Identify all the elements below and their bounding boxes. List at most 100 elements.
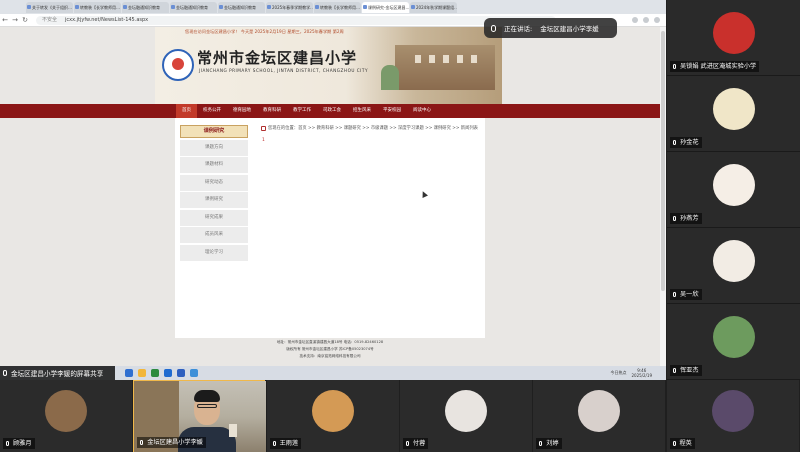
participant-name: 孙金花 (670, 137, 702, 148)
explorer-icon[interactable] (138, 369, 146, 377)
sidebar-item[interactable]: 课题方向 (180, 139, 248, 156)
breadcrumb: 您现在的位置：首页 >> 教育科研 >> 课题研究 >> 市级课题 >> 深度学… (261, 125, 478, 131)
browser-tab[interactable]: 2024年秋学期课题组… (410, 1, 457, 13)
microphone-icon (673, 140, 676, 145)
browser-toolbar-icons (632, 17, 666, 23)
tab-label: 2025年春季学期教学… (272, 4, 313, 10)
tab-label: 转教装【长学教师用… (80, 4, 120, 10)
participant-tile[interactable]: 顾雅月 (0, 380, 132, 452)
sidebar-item[interactable]: 成员风采 (180, 227, 248, 243)
browser-tab[interactable]: 课例研究-金坛区建昌… (362, 1, 409, 13)
avatar (713, 12, 755, 54)
microphone-icon (539, 441, 543, 446)
browser-tab[interactable]: 关于转发《关于组织… (26, 1, 73, 13)
wechat-icon[interactable] (151, 369, 159, 377)
microphone-icon (405, 441, 409, 446)
school-logo-icon (162, 49, 194, 81)
meeting-app-icon[interactable] (190, 369, 198, 377)
nav-item[interactable]: 招生风采 (347, 104, 377, 118)
participant-tile[interactable]: 金坛区建昌小学李媛 (133, 380, 267, 452)
tab-favicon-icon (123, 4, 127, 9)
avatar (713, 316, 755, 358)
browser-tab-bar: 关于转发《关于组织… 转教装【长学教师用… 金坛融通知识教育 金坛融通知识教育 金坛融通… (0, 0, 666, 14)
edge-icon[interactable] (164, 369, 172, 377)
screen-share-text: 金坛区建昌小学李媛的屏幕共享 (11, 370, 104, 378)
participant-column: 吴锁娟 武进区淹城实验小学孙金花孙燕芳吴一欣恽亚杰 (667, 0, 800, 380)
avatar (713, 164, 755, 206)
browser-tab[interactable]: 金坛融通知识教育 (170, 1, 217, 13)
web-page: 您现在访问金坛区建昌小学！ 今天是 2025年2月19日 星期三，2025年春学… (0, 27, 666, 380)
tab-favicon-icon (363, 4, 367, 9)
nav-item[interactable]: 校务公开 (197, 104, 227, 118)
participant-tile[interactable]: 孙金花 (667, 76, 800, 152)
sidebar-item[interactable]: 研究动态 (180, 174, 248, 191)
participant-tile[interactable]: 王雨莲 (266, 380, 399, 452)
sidebar-item[interactable]: 理论学习 (180, 244, 248, 261)
tab-label: 金坛融通知识教育 (176, 4, 208, 10)
clock[interactable]: 9:46 2025/2/19 (631, 368, 652, 378)
sidebar: 课例研究 课题方向 课题材料 研究动态 课例研究 研究成果 成员风采 理论学习 (180, 125, 248, 261)
participant-name-text: 王雨莲 (279, 440, 299, 447)
participant-tile[interactable]: 刘婷 (533, 380, 666, 452)
word-icon[interactable] (177, 369, 185, 377)
browser-tab[interactable]: 金坛融通知识教育 (122, 1, 169, 13)
microphone-icon (6, 441, 9, 446)
avatar (711, 390, 754, 432)
sidebar-item[interactable]: 课例研究 (180, 192, 248, 208)
tab-label: 转教装【长学教师用… (320, 4, 360, 10)
microphone-icon (140, 440, 144, 445)
nav-item[interactable]: 德育园地 (227, 104, 257, 118)
forward-icon[interactable]: → (10, 15, 20, 25)
microphone-icon (673, 368, 676, 373)
start-icon[interactable] (125, 369, 133, 377)
favorites-icon[interactable] (643, 17, 649, 23)
participant-strip: 顾雅月 金坛区建昌小学李媛 王雨莲 付蓉 刘婷 程英 (0, 380, 800, 452)
tab-favicon-icon (171, 4, 175, 9)
tab-favicon-icon (411, 4, 415, 9)
back-icon[interactable]: ← (0, 15, 10, 25)
school-banner: 您现在访问金坛区建昌小学！ 今天是 2025年2月19日 星期三，2025年春学… (155, 27, 502, 104)
browser-tab[interactable]: 2025年春季学期教学… (266, 1, 313, 13)
page-scrollbar[interactable] (660, 27, 666, 367)
participant-name: 付蓉 (402, 438, 429, 449)
nav-item[interactable]: 平安校园 (377, 104, 407, 118)
sidebar-item[interactable]: 研究成果 (180, 209, 248, 226)
reload-icon[interactable]: ↻ (20, 15, 30, 25)
extension-icon[interactable] (632, 17, 638, 23)
speaking-label: 正在讲话: (504, 25, 533, 33)
participant-tile[interactable]: 吴锁娟 武进区淹城实验小学 (667, 0, 800, 76)
tab-favicon-icon (75, 4, 79, 9)
participant-name: 吴一欣 (670, 289, 702, 300)
breadcrumb-text[interactable]: 您现在的位置：首页 >> 教育科研 >> 课题研究 >> 市级课题 >> 深度学… (268, 125, 478, 131)
tab-label: 2024年秋学期课题组… (416, 4, 457, 10)
browser-tab[interactable]: 转教装【长学教师用… (314, 1, 361, 13)
scroll-thumb[interactable] (661, 31, 665, 291)
meeting-window: 关于转发《关于组织… 转教装【长学教师用… 金坛融通知识教育 金坛融通知识教育 金坛融通… (0, 0, 800, 452)
participant-tile[interactable]: 孙燕芳 (667, 152, 800, 228)
footer-copyright: 版权所有 常州市金坛区建昌小学 苏ICP备05023074号 (286, 347, 374, 351)
nav-item[interactable]: 司政工会 (317, 104, 347, 118)
microphone-icon (673, 64, 676, 69)
participant-tile[interactable]: 程英 (666, 380, 799, 452)
browser-tab[interactable]: 转教装【长学教师用… (74, 1, 121, 13)
nav-item[interactable]: 教学工作 (287, 104, 317, 118)
participant-tile[interactable]: 恽亚杰 (667, 304, 800, 380)
participant-name: 王雨莲 (269, 438, 302, 449)
participant-name-text: 付蓉 (412, 440, 426, 447)
news-label[interactable]: 今日热点 (610, 370, 626, 376)
browser-tab[interactable]: 金坛融通知识教育 (218, 1, 265, 13)
footer-address: 地址：常州市金坛区直溪镇建昌大道18号 电话：0519-82460128 (276, 340, 384, 344)
url-field[interactable]: 不安全 jcxx.jtjyfw.net/NewsList-145.aspx (36, 15, 556, 25)
nav-item[interactable]: 首页 (176, 104, 197, 118)
sidebar-item[interactable]: 课题材料 (180, 157, 248, 173)
participant-name-text: 刘婷 (546, 440, 559, 447)
nav-item[interactable]: 教育科研 (257, 104, 287, 118)
participant-tile[interactable]: 付蓉 (399, 380, 532, 452)
microphone-icon (491, 24, 496, 32)
page-number[interactable]: 1 (262, 138, 265, 143)
profile-icon[interactable] (654, 17, 660, 23)
nav-item[interactable]: 阅读中心 (407, 104, 437, 118)
tab-label: 金坛融通知识教育 (128, 4, 160, 10)
participant-tile[interactable]: 吴一欣 (667, 228, 800, 304)
participant-name: 顾雅月 (3, 438, 35, 449)
